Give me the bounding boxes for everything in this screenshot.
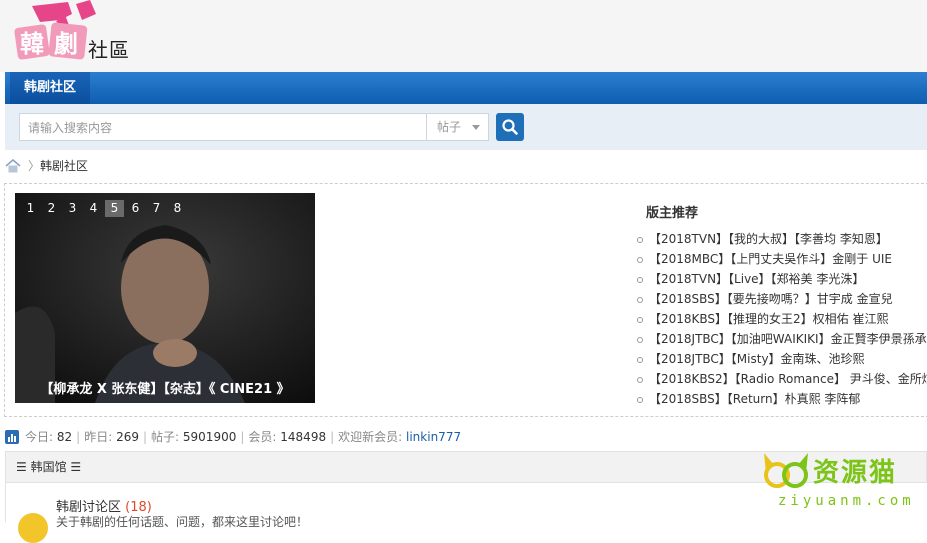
stats-divider: | [240, 430, 245, 444]
search-type-label: 帖子 [437, 120, 462, 134]
list-item[interactable]: 【2018MBC】【上門丈夫吳作斗】金剛于 UIE [635, 249, 927, 269]
slide-number[interactable]: 1 [21, 200, 40, 217]
breadcrumb-current[interactable]: 韩剧社区 [40, 154, 88, 178]
slide-number[interactable]: 2 [42, 200, 61, 217]
search-button[interactable] [496, 113, 524, 141]
slide-number[interactable]: 6 [126, 200, 145, 217]
svg-text:韓: 韓 [20, 30, 44, 58]
list-item[interactable]: 【2018SBS】【Return】朴真熙 李阵郁 [635, 389, 927, 409]
list-item[interactable]: 【2018SBS】【要先接吻嗎？】甘宇成 金宣兒 [635, 289, 927, 309]
stats-divider: | [330, 430, 335, 444]
chevron-down-icon [472, 125, 480, 130]
stats-today-label: 今日: [25, 430, 54, 444]
forum-status-icon [18, 513, 48, 543]
slide-pager: 1 2 3 4 5 6 7 8 [21, 200, 187, 217]
logo-text: 社區 [88, 38, 130, 62]
stats-members-label: 会员: [248, 430, 277, 444]
stats-divider: | [142, 430, 148, 444]
stats-chart-icon [5, 430, 19, 444]
watermark-subtitle: ziyuanm.com [778, 493, 915, 509]
cat-logo-icon [764, 453, 808, 488]
slide-number[interactable]: 3 [63, 200, 82, 217]
stats-members-value: 148498 [280, 430, 327, 444]
moderator-recommend-list: 【2018TVN】【我的大叔】【李善均 李知恩】 【2018MBC】【上門丈夫吳… [635, 229, 927, 409]
featured-box: 1 2 3 4 5 6 7 8 【柳承龙 X 张东健】【杂志】《 CINE21 … [4, 183, 927, 417]
forum-stats: 今日: 82 | 昨日: 269 | 帖子: 5901900 | 会员: 148498 | 欢迎… [5, 428, 461, 446]
slide-number-active[interactable]: 5 [105, 200, 124, 217]
svg-text:劇: 劇 [54, 30, 78, 58]
main-nav: 韩剧社区 [5, 72, 927, 104]
search-bar: 请输入搜索内容 帖子 [5, 104, 927, 150]
stats-yesterday-value: 269 [116, 430, 139, 444]
list-item[interactable]: 【2018JTBC】【Misty】金南珠、池珍熙 [635, 349, 927, 369]
stats-yesterday-label: 昨日: [84, 430, 113, 444]
slide-number[interactable]: 7 [147, 200, 166, 217]
search-icon [502, 119, 518, 135]
list-item[interactable]: 【2018TVN】【我的大叔】【李善均 李知恩】 [635, 229, 927, 249]
breadcrumb: 〉 韩剧社区 [5, 154, 905, 178]
site-header: 韓 劇 社區 [0, 0, 927, 72]
search-type-select[interactable]: 帖子 [427, 113, 489, 141]
list-item[interactable]: 【2018TVN】【Live】【郑裕美 李光洙】 [635, 269, 927, 289]
list-item[interactable]: 【2018KBS】【推理的女王2】权相佑 崔江熙 [635, 309, 927, 329]
moderator-recommend-title: 版主推荐 [646, 206, 699, 221]
slide-photo[interactable] [15, 193, 315, 403]
stats-new-member-link[interactable]: linkin777 [406, 430, 461, 444]
slide-number[interactable]: 4 [84, 200, 103, 217]
stats-posts-value: 5901900 [182, 430, 237, 444]
watermark-title: 资源猫 [813, 458, 898, 488]
breadcrumb-separator-icon: 〉 [28, 159, 41, 173]
slide-number[interactable]: 8 [168, 200, 187, 217]
watermark: 资源猫 ziyuanm.com [758, 449, 927, 522]
slide-caption[interactable]: 【柳承龙 X 张东健】【杂志】《 CINE21 》 [15, 378, 315, 397]
search-input[interactable]: 请输入搜索内容 [19, 113, 427, 141]
list-item[interactable]: 【2018KBS2】【Radio Romance】 尹斗俊、金所炫 [635, 369, 927, 389]
category-title[interactable]: ☰ 韩国馆 ☰ [16, 452, 81, 482]
stats-divider: | [76, 430, 81, 444]
home-icon[interactable] [5, 159, 21, 173]
stats-posts-label: 帖子: [151, 430, 180, 444]
nav-item-korean-drama-community[interactable]: 韩剧社区 [10, 72, 91, 104]
stats-today-value: 82 [56, 430, 73, 444]
list-item[interactable]: 【2018JTBC】【加油吧WAIKIKI】金正賢李伊景孫承 [635, 329, 927, 349]
image-slider[interactable]: 1 2 3 4 5 6 7 8 【柳承龙 X 张东健】【杂志】《 CINE21 … [15, 193, 315, 403]
stats-new-member-label: 欢迎新会员: [338, 430, 403, 444]
